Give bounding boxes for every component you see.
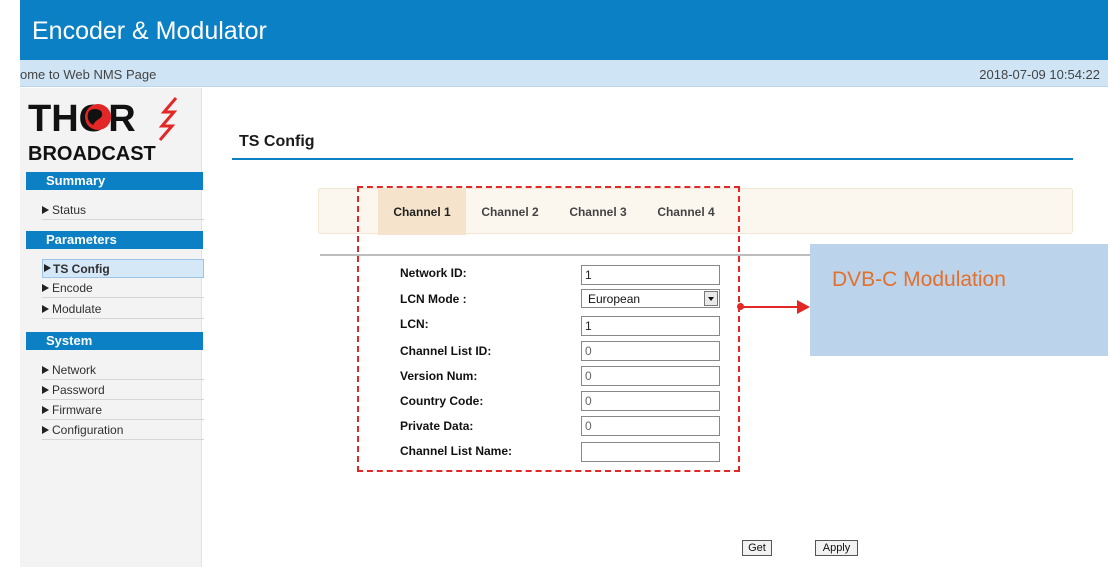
sidebar-item-password[interactable]: Password [42, 381, 204, 400]
sidebar-item-label: Status [52, 203, 87, 217]
logo-text-thor: THOR [28, 98, 136, 140]
logo-text-broadcast: BROADCAST [28, 143, 156, 165]
sidebar: THOR BROADCAST Summary Status Parameters… [20, 88, 204, 567]
sidebar-section-system: System [26, 332, 203, 350]
triangle-right-icon [44, 264, 51, 272]
sidebar-item-label: TS Config [53, 262, 110, 276]
get-button[interactable]: Get [742, 540, 772, 556]
sidebar-item-encode[interactable]: Encode [42, 279, 204, 298]
triangle-right-icon [42, 305, 49, 313]
sidebar-item-label: Encode [52, 281, 93, 295]
sidebar-item-label: Modulate [52, 302, 102, 316]
sidebar-item-configuration[interactable]: Configuration [42, 421, 204, 440]
sidebar-item-label: Firmware [52, 403, 102, 417]
datetime-display: 2018-07-09 10:54:22 [979, 67, 1100, 82]
triangle-right-icon [42, 206, 49, 214]
annotation-arrow-head-icon [797, 300, 810, 314]
thor-broadcast-logo: THOR BROADCAST [26, 94, 202, 168]
page-title: TS Config [239, 133, 315, 150]
triangle-right-icon [42, 386, 49, 394]
triangle-right-icon [42, 284, 49, 292]
sidebar-section-parameters: Parameters [26, 231, 203, 249]
app-title: Encoder & Modulator [32, 17, 267, 45]
sidebar-section-summary: Summary [26, 172, 203, 190]
sidebar-item-modulate[interactable]: Modulate [42, 300, 204, 319]
sidebar-item-label: Configuration [52, 423, 124, 437]
sidebar-item-label: Password [52, 383, 105, 397]
annotation-highlight-box [357, 186, 740, 472]
apply-button[interactable]: Apply [815, 540, 858, 556]
annotation-text: DVB-C Modulation [832, 268, 1006, 291]
sidebar-item-label: Network [52, 363, 97, 377]
sidebar-item-status[interactable]: Status [42, 201, 204, 220]
annotation-callout: DVB-C Modulation [810, 244, 1108, 356]
title-divider [232, 158, 1073, 160]
triangle-right-icon [42, 406, 49, 414]
sidebar-item-firmware[interactable]: Firmware [42, 401, 204, 420]
welcome-text: ome to Web NMS Page [20, 67, 157, 82]
status-bar: ome to Web NMS Page 2018-07-09 10:54:22 [20, 60, 1108, 87]
triangle-right-icon [42, 426, 49, 434]
annotation-arrow-line [741, 306, 801, 308]
triangle-right-icon [42, 366, 49, 374]
app-header: Encoder & Modulator [20, 0, 1108, 60]
sidebar-item-network[interactable]: Network [42, 361, 204, 380]
sidebar-item-ts-config[interactable]: TS Config [42, 259, 204, 278]
